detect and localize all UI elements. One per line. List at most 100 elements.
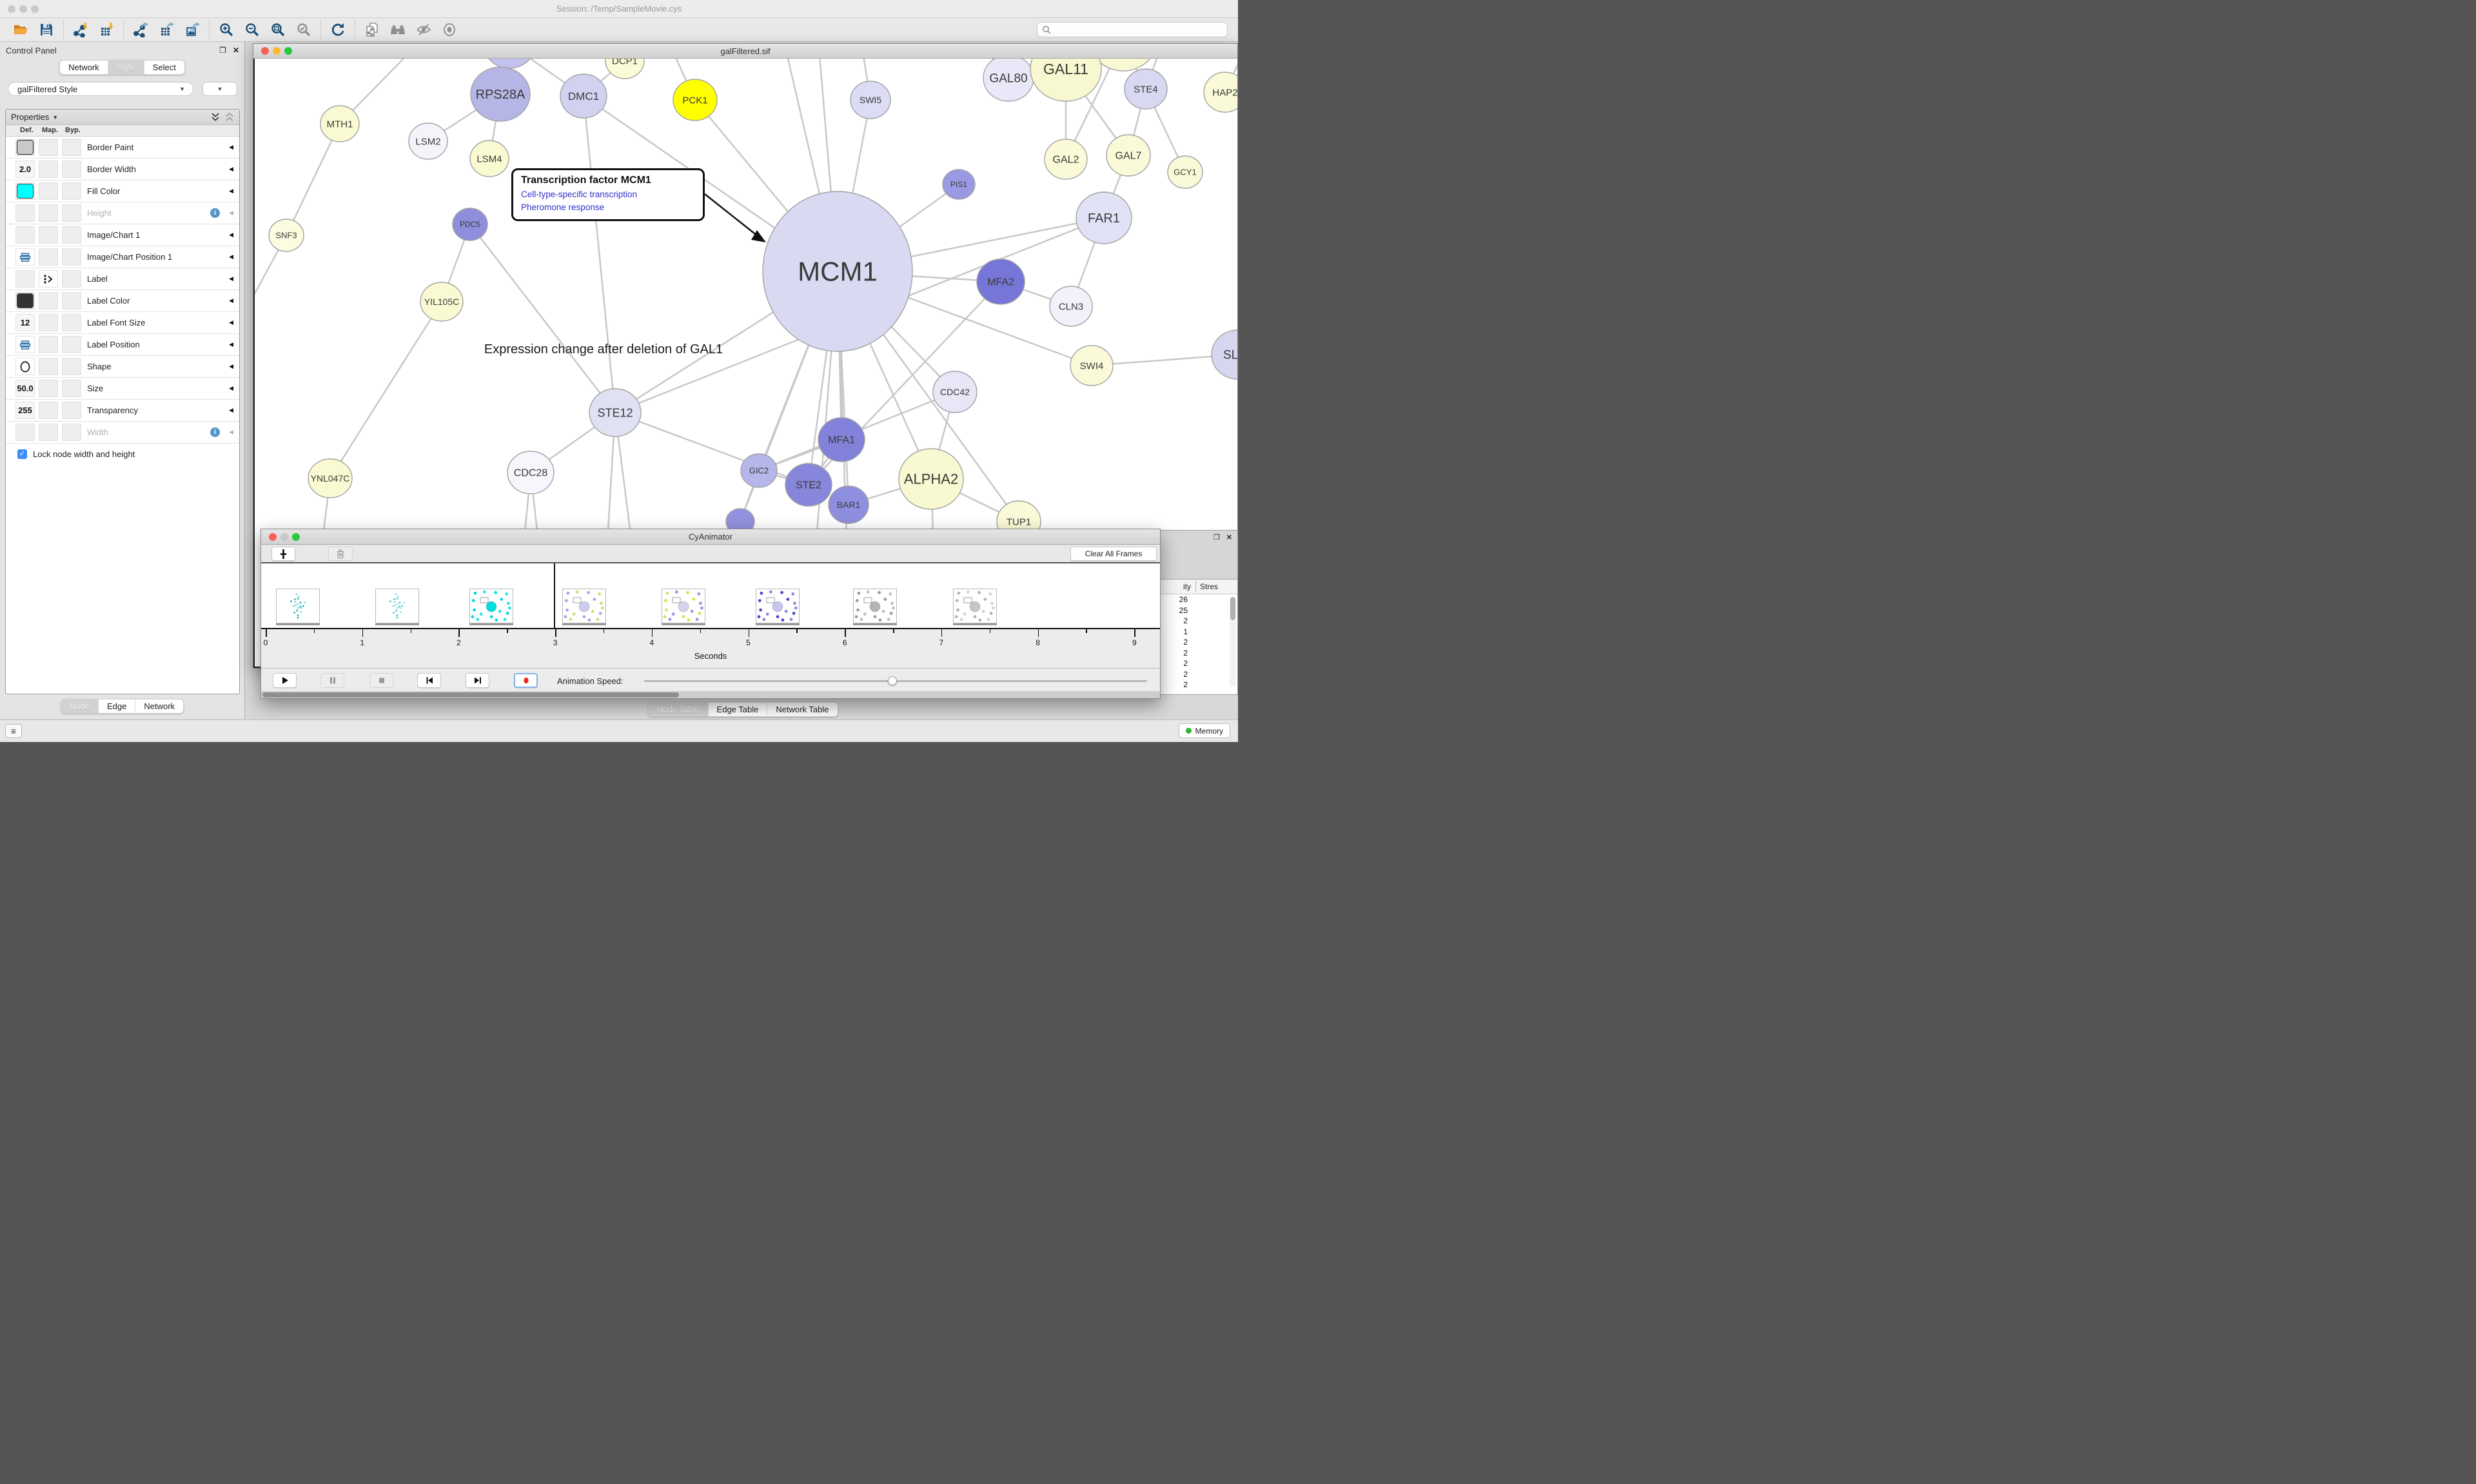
node-bar1[interactable]: BAR1 [829, 486, 869, 523]
node-lsm4[interactable]: LSM4 [470, 141, 509, 177]
expand-property-icon[interactable]: ◀ [229, 210, 233, 217]
table-row[interactable]: 25 [1159, 605, 1237, 616]
expand-property-icon[interactable]: ◀ [229, 275, 233, 282]
bypass-cell[interactable] [62, 139, 81, 156]
property-row-label-font-size[interactable]: 12Label Font Size◀ [6, 312, 239, 334]
properties-header[interactable]: Properties [11, 112, 49, 122]
bypass-cell[interactable] [62, 292, 81, 309]
default-value-cell[interactable]: 50.0 [15, 380, 35, 397]
next-frame-button[interactable] [466, 673, 489, 688]
close-panel-icon[interactable]: ✕ [1226, 533, 1232, 542]
float-panel-icon[interactable]: ❐ [219, 46, 226, 55]
property-row-width[interactable]: Widthi◀ [6, 422, 239, 444]
node-gal7[interactable]: GAL7 [1106, 135, 1150, 176]
mapping-cell[interactable] [39, 226, 58, 244]
mapping-cell[interactable] [39, 248, 58, 266]
node-swi5[interactable]: SWI5 [850, 81, 890, 119]
default-value-cell[interactable] [15, 336, 35, 353]
table-row[interactable]: 26 [1159, 594, 1237, 605]
mapping-cell[interactable] [39, 270, 58, 288]
bypass-cell[interactable] [62, 336, 81, 353]
frame-thumbnail-1[interactable] [276, 589, 320, 623]
bypass-cell[interactable] [62, 358, 81, 375]
table-tab-edge-table[interactable]: Edge Table [709, 703, 768, 716]
record-button[interactable] [514, 673, 538, 688]
default-value-cell[interactable] [15, 204, 35, 222]
mcm1-annotation[interactable]: Transcription factor MCM1 Cell-type-spec… [511, 168, 705, 221]
zoom-out-icon[interactable] [242, 21, 262, 39]
property-row-border-paint[interactable]: Border Paint◀ [6, 137, 239, 159]
expand-property-icon[interactable]: ◀ [229, 188, 233, 195]
property-row-size[interactable]: 50.0Size◀ [6, 378, 239, 400]
node-swi4[interactable]: SWI4 [1070, 346, 1113, 386]
default-value-cell[interactable] [15, 292, 35, 309]
property-row-label[interactable]: Label◀ [6, 268, 239, 290]
info-icon[interactable]: i [210, 208, 220, 218]
mapping-cell[interactable] [39, 314, 58, 331]
bypass-cell[interactable] [62, 161, 81, 178]
zoom-fit-icon[interactable] [268, 21, 288, 39]
table-row[interactable]: 2 [1159, 679, 1237, 690]
tab-network[interactable]: Network [60, 61, 108, 74]
node-far1[interactable]: FAR1 [1076, 192, 1132, 244]
edge-dmc1-ste12[interactable] [584, 96, 615, 413]
default-value-cell[interactable]: 12 [15, 314, 35, 331]
bypass-cell[interactable] [62, 424, 81, 441]
memory-button[interactable]: Memory [1179, 723, 1230, 738]
edge-ste12-ste2[interactable] [615, 413, 809, 485]
search-box[interactable] [1037, 22, 1228, 37]
tab-style[interactable]: Style [108, 61, 144, 74]
edge-yil105c-ynl047c[interactable] [330, 302, 442, 478]
frame-thumbnail-7[interactable] [853, 589, 897, 623]
default-value-cell[interactable] [15, 139, 35, 156]
expand-property-icon[interactable]: ◀ [229, 363, 233, 370]
frame-thumbnail-8[interactable] [953, 589, 997, 623]
property-row-label-position[interactable]: Label Position◀ [6, 334, 239, 356]
default-value-cell[interactable] [15, 270, 35, 288]
network-window-titlebar[interactable]: galFiltered.sif [253, 44, 1237, 59]
property-row-transparency[interactable]: 255Transparency◀ [6, 400, 239, 422]
default-value-cell[interactable] [15, 182, 35, 200]
prev-frame-button[interactable] [417, 673, 441, 688]
table-row[interactable]: 2 [1159, 669, 1237, 680]
expand-property-icon[interactable]: ◀ [229, 231, 233, 239]
pause-button[interactable] [320, 673, 344, 688]
node-mth1[interactable]: MTH1 [320, 106, 359, 142]
info-icon[interactable]: i [210, 427, 220, 437]
node-pck1[interactable]: PCK1 [673, 79, 717, 121]
default-value-cell[interactable] [15, 248, 35, 266]
mapping-cell[interactable] [39, 380, 58, 397]
timeline-ruler[interactable]: 0123456789 Seconds [261, 628, 1160, 668]
expand-property-icon[interactable]: ◀ [229, 144, 233, 151]
bypass-cell[interactable] [62, 380, 81, 397]
node-pis1[interactable]: PIS1 [943, 170, 975, 199]
bypass-cell[interactable] [62, 248, 81, 266]
animation-speed-slider[interactable] [644, 680, 1147, 682]
property-row-fill-color[interactable]: Fill Color◀ [6, 181, 239, 202]
node-cdc42[interactable]: CDC42 [933, 371, 977, 413]
save-icon[interactable] [37, 21, 56, 39]
style-dropdown[interactable]: galFiltered Style ▼ [8, 82, 193, 96]
node-hap2[interactable]: HAP2 [1204, 72, 1237, 112]
frame-thumbnail-6[interactable] [756, 589, 800, 623]
mapping-cell[interactable] [39, 402, 58, 419]
property-row-height[interactable]: Heighti◀ [6, 202, 239, 224]
zoom-selected-icon[interactable] [294, 21, 313, 39]
node-ste12[interactable]: STE12 [589, 389, 641, 436]
copy-paste-icon[interactable] [362, 21, 382, 39]
import-table-icon[interactable] [97, 21, 116, 39]
default-value-cell[interactable] [15, 424, 35, 441]
property-row-label-color[interactable]: Label Color◀ [6, 290, 239, 312]
default-value-cell[interactable] [15, 358, 35, 375]
expand-property-icon[interactable]: ◀ [229, 407, 233, 414]
table-row[interactable]: 1 [1159, 627, 1237, 638]
node-topnode[interactable] [484, 59, 535, 68]
column-header[interactable]: ity [1159, 582, 1191, 591]
column-header[interactable]: Stres [1200, 582, 1218, 591]
bypass-cell[interactable] [62, 402, 81, 419]
node-snf3[interactable]: SNF3 [269, 219, 304, 251]
node-mfa2[interactable]: MFA2 [977, 259, 1025, 304]
hide-selected-icon[interactable] [414, 21, 433, 39]
expand-property-icon[interactable]: ◀ [229, 385, 233, 392]
search-input[interactable] [1054, 24, 1223, 35]
